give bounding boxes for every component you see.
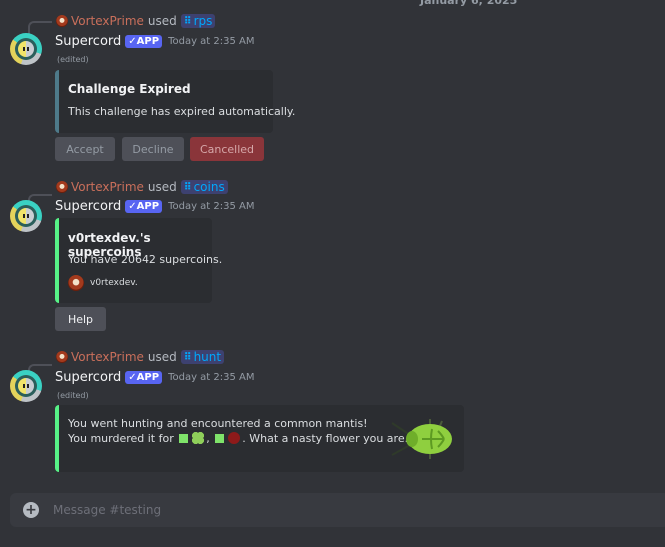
embed-title: Challenge Expired (68, 82, 191, 96)
reply-context[interactable]: VortexPrime used ⠿ rps (56, 14, 216, 28)
command-mention[interactable]: ⠿ rps (180, 14, 216, 28)
embed: You went hunting and encountered a commo… (55, 405, 464, 472)
help-button[interactable]: Help (55, 307, 106, 331)
reply-context[interactable]: VortexPrime used ⠿ hunt (56, 350, 225, 364)
app-badge: ✓APP (125, 35, 163, 48)
red-flower-icon (228, 432, 241, 444)
slash-command-icon: ⠿ (183, 15, 192, 27)
footer-text: v0rtexdev. (90, 278, 138, 288)
embed: v0rtexdev.'s supercoins You have 20642 s… (55, 218, 222, 303)
add-attachment-icon[interactable]: + (23, 502, 39, 518)
embed-description: This challenge has expired automatically… (68, 105, 296, 118)
avatar[interactable] (10, 370, 42, 402)
reply-username[interactable]: VortexPrime (71, 350, 144, 364)
message-input[interactable] (53, 503, 665, 517)
embed: Challenge Expired This challenge has exp… (55, 70, 295, 133)
green-square-icon (179, 434, 189, 443)
date-divider: January 6, 2025 (420, 0, 518, 7)
reply-used-text: used (147, 180, 177, 194)
accept-button[interactable]: Accept (55, 137, 115, 161)
app-badge: ✓APP (125, 200, 163, 213)
app-badge: ✓APP (125, 371, 163, 384)
author-name[interactable]: Supercord (55, 199, 121, 214)
edited-label: (edited) (57, 391, 89, 400)
footer-avatar (68, 275, 84, 291)
reply-username[interactable]: VortexPrime (71, 180, 144, 194)
reply-connector (28, 21, 52, 35)
command-mention[interactable]: ⠿ hunt (180, 350, 225, 364)
embed-footer: v0rtexdev. (68, 275, 138, 291)
mantis-bug-icon[interactable] (390, 417, 454, 461)
author-name[interactable]: Supercord (55, 34, 121, 49)
message-header: Supercord ✓APP Today at 2:35 AM (55, 199, 255, 214)
message-composer: + (10, 493, 665, 527)
clover-icon (192, 432, 205, 444)
timestamp: Today at 2:35 AM (168, 372, 255, 383)
reply-avatar (56, 15, 68, 27)
embed-description: You have 20642 supercoins. (68, 253, 223, 266)
avatar[interactable] (10, 200, 42, 232)
command-name: coins (193, 180, 225, 194)
author-name[interactable]: Supercord (55, 370, 121, 385)
message-header: Supercord ✓APP Today at 2:35 AM (55, 34, 255, 49)
reply-avatar (56, 351, 68, 363)
slash-command-icon: ⠿ (183, 181, 192, 193)
avatar[interactable] (10, 33, 42, 65)
command-name: rps (193, 14, 213, 28)
command-mention[interactable]: ⠿ coins (180, 180, 228, 194)
message-header: Supercord ✓APP Today at 2:35 AM (55, 370, 255, 385)
slash-command-icon: ⠿ (183, 351, 192, 363)
cancelled-button[interactable]: Cancelled (190, 137, 264, 161)
reply-used-text: used (147, 14, 177, 28)
embed-line-1: You went hunting and encountered a commo… (68, 417, 368, 430)
timestamp: Today at 2:35 AM (168, 201, 255, 212)
decline-button[interactable]: Decline (122, 137, 184, 161)
reply-used-text: used (147, 350, 177, 364)
embed-line-2: You murdered it for , . What a nasty flo… (68, 432, 416, 445)
reply-username[interactable]: VortexPrime (71, 14, 144, 28)
edited-label: (edited) (57, 55, 89, 64)
timestamp: Today at 2:35 AM (168, 36, 255, 47)
reply-avatar (56, 181, 68, 193)
command-name: hunt (193, 350, 222, 364)
green-square-icon (215, 434, 225, 443)
reply-context[interactable]: VortexPrime used ⠿ coins (56, 180, 228, 194)
